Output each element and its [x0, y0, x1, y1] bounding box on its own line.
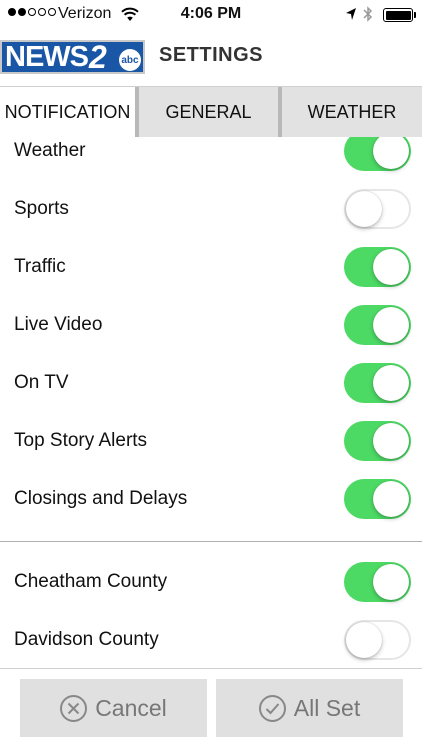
- top-story-alerts-toggle[interactable]: [344, 421, 411, 461]
- bluetooth-icon: [363, 6, 373, 22]
- cheatham-county-toggle[interactable]: [344, 562, 411, 602]
- toggle-knob: [373, 481, 409, 517]
- cancel-button-label: Cancel: [95, 694, 167, 721]
- sports-toggle[interactable]: [344, 189, 411, 229]
- all-set-button-label: All Set: [293, 694, 361, 721]
- traffic-toggle[interactable]: [344, 247, 411, 287]
- weather-toggle[interactable]: [344, 137, 411, 171]
- toggle-knob: [346, 191, 382, 227]
- davidson-county-toggle[interactable]: [344, 620, 411, 660]
- setting-row-top-story-alerts: Top Story Alerts: [0, 412, 422, 470]
- setting-label: Traffic: [14, 256, 66, 277]
- setting-row-sports: Sports: [0, 180, 422, 238]
- toggle-knob: [373, 249, 409, 285]
- setting-label: Top Story Alerts: [14, 430, 148, 451]
- setting-row-live-video: Live Video: [0, 296, 422, 354]
- cancel-x-icon: [60, 694, 88, 722]
- setting-label: Sports: [14, 198, 69, 219]
- tab-notification[interactable]: NOTIFICATION: [0, 87, 139, 137]
- toggle-knob: [346, 622, 382, 658]
- setting-row-closings-and-delays: Closings and Delays: [0, 470, 422, 528]
- setting-label: Weather: [14, 140, 86, 161]
- toggle-knob: [373, 365, 409, 401]
- toggle-knob: [373, 423, 409, 459]
- setting-row-weather: Weather: [0, 137, 422, 180]
- live-video-toggle[interactable]: [344, 305, 411, 345]
- setting-row-on-tv: On TV: [0, 354, 422, 412]
- notification-settings-list[interactable]: Weather Sports Traffic Live Video On TV …: [0, 137, 422, 668]
- logo-news-text: NEWS: [5, 40, 89, 73]
- status-bar: Verizon 4:06 PM: [0, 0, 422, 30]
- setting-row-cheatham-county: Cheatham County: [0, 553, 422, 611]
- setting-label: On TV: [14, 372, 69, 393]
- tab-general[interactable]: GENERAL: [139, 87, 282, 137]
- logo-abc-badge: abc: [119, 49, 141, 71]
- toggle-knob: [373, 307, 409, 343]
- closings-and-delays-toggle[interactable]: [344, 479, 411, 519]
- setting-label: Davidson County: [14, 629, 159, 650]
- on-tv-toggle[interactable]: [344, 363, 411, 403]
- toggle-knob: [373, 137, 409, 169]
- battery-icon: [383, 8, 416, 22]
- setting-row-traffic: Traffic: [0, 238, 422, 296]
- all-set-button[interactable]: All Set: [216, 679, 403, 737]
- page-title: SETTINGS: [159, 44, 264, 66]
- setting-label: Cheatham County: [14, 571, 168, 592]
- location-arrow-icon: [346, 8, 356, 20]
- setting-row-davidson-county: Davidson County: [0, 611, 422, 668]
- cancel-button[interactable]: Cancel: [20, 679, 207, 737]
- settings-tabs: NOTIFICATION GENERAL WEATHER: [0, 86, 422, 137]
- tab-weather[interactable]: WEATHER: [282, 87, 422, 137]
- section-divider: [0, 541, 422, 542]
- app-header: NEWS 2 abc SETTINGS: [0, 30, 422, 84]
- setting-label: Live Video: [14, 314, 103, 335]
- status-time: 4:06 PM: [180, 5, 242, 22]
- footer-actions: Cancel All Set: [0, 668, 422, 750]
- news2-logo: NEWS 2 abc: [0, 40, 145, 74]
- toggle-knob: [373, 564, 409, 600]
- checkmark-icon: [258, 694, 286, 722]
- logo-two-text: 2: [89, 40, 107, 74]
- setting-label: Closings and Delays: [14, 488, 188, 509]
- battery-fill: [385, 10, 411, 20]
